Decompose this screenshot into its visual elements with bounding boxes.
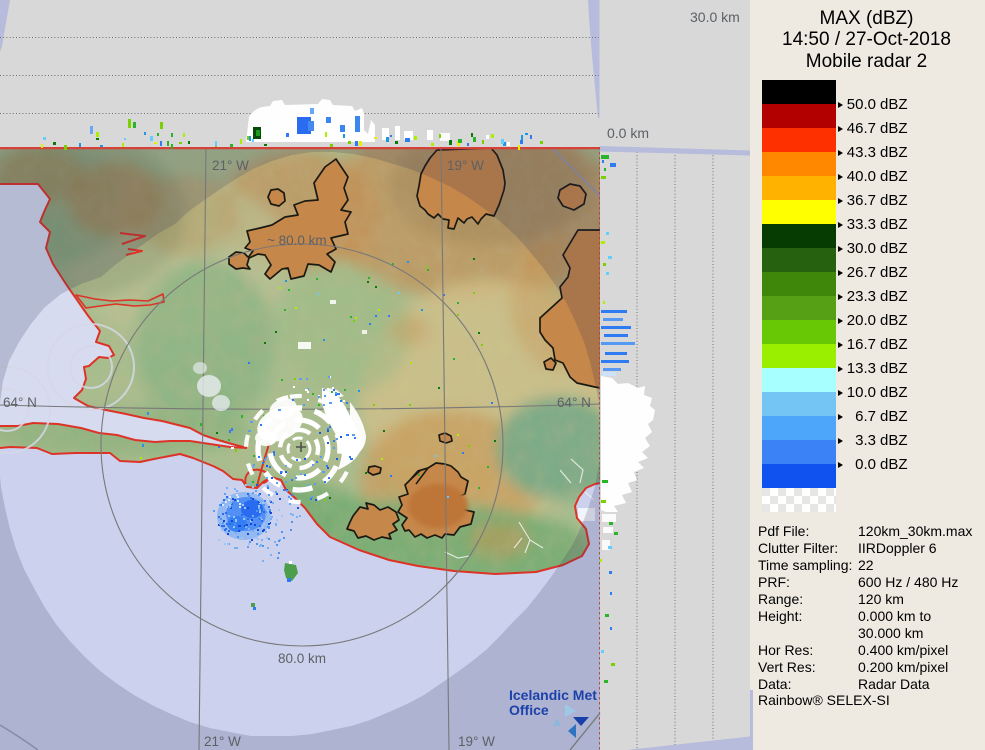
svg-text:21° W: 21° W [204,734,241,749]
svg-text:64° N: 64° N [557,395,591,410]
svg-text:0.0 km: 0.0 km [607,125,649,141]
svg-text:21° W: 21° W [212,158,249,173]
svg-text:80.0 km: 80.0 km [278,651,326,666]
svg-text:~ 80.0 km: ~ 80.0 km [267,233,327,248]
svg-text:19° W: 19° W [458,734,495,749]
svg-text:19° W: 19° W [447,158,484,173]
svg-text:64° N: 64° N [3,395,37,410]
svg-text:30.0 km: 30.0 km [690,9,740,25]
svg-text:Office: Office [509,702,549,718]
svg-text:Icelandic Met: Icelandic Met [509,687,597,703]
